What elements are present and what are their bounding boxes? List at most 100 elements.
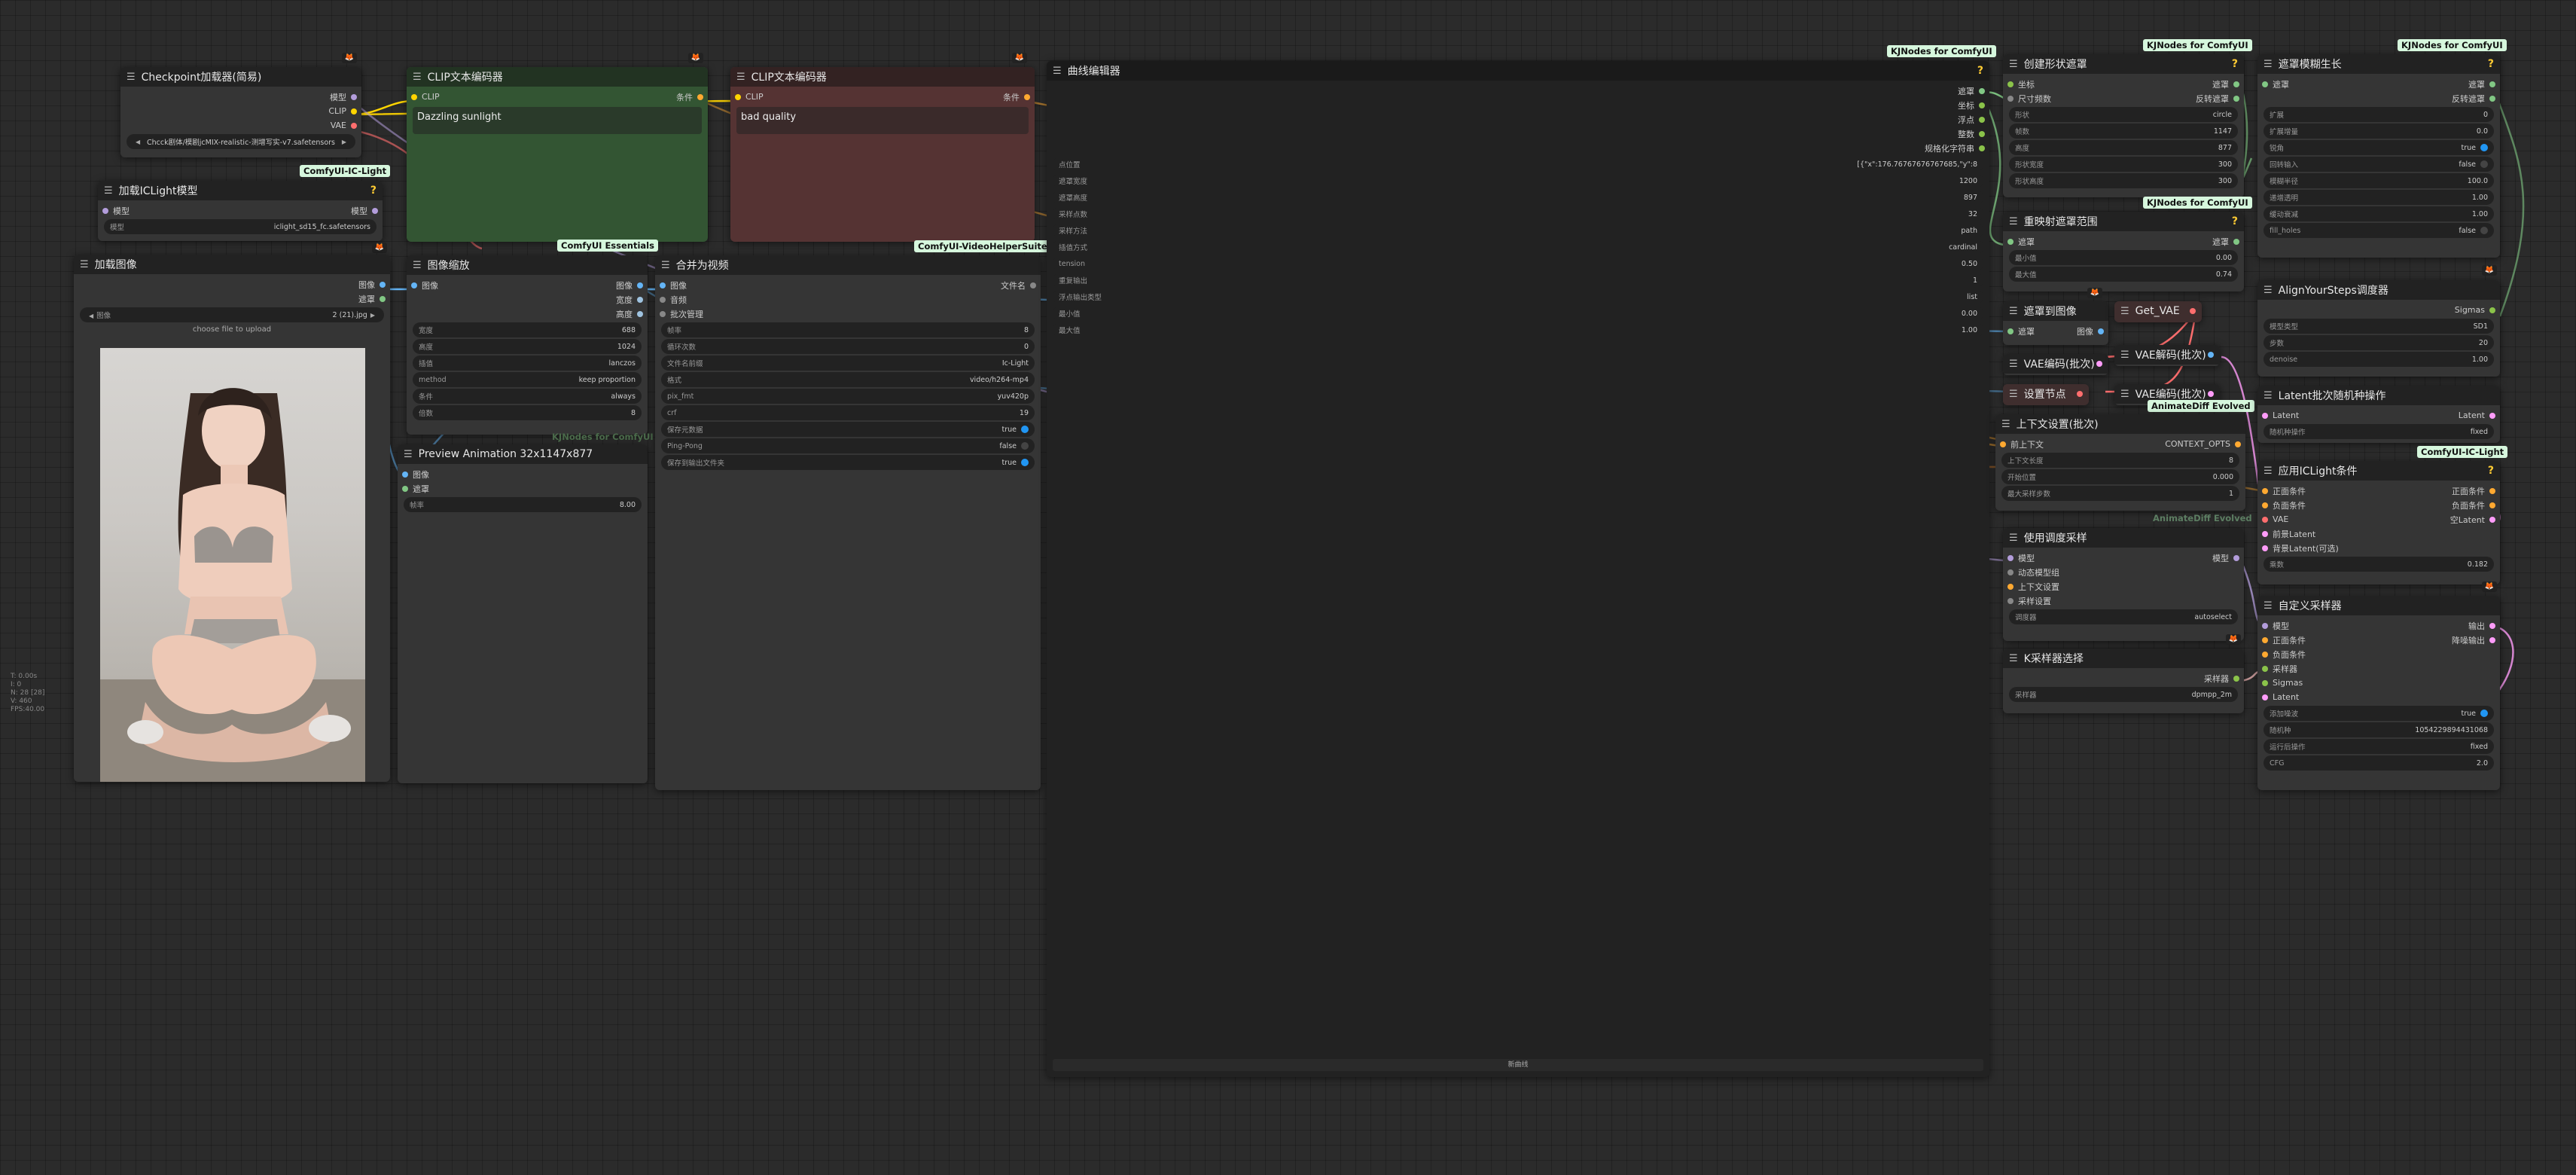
widget-flip-input[interactable]: 回转输入 false [2264, 157, 2494, 172]
widget-filename-prefix[interactable]: 文件名前缀 Ic-Light [661, 356, 1035, 371]
output-slot-conditioning[interactable] [1024, 93, 1030, 100]
node-custom-sampler[interactable]: ☰ 自定义采样器 模型 输出 正面条件 降噪输出 负面条件 采样器 Sigmas La… [2257, 596, 2500, 790]
upload-button[interactable]: choose file to upload [74, 325, 390, 334]
input-slot-bg-latent[interactable] [2262, 545, 2268, 551]
node-get-vae[interactable]: ☰ Get_VAE [2114, 301, 2202, 322]
widget-condition[interactable]: 条件 always [413, 389, 642, 404]
widget-height[interactable]: 高度 877 [2009, 140, 2238, 155]
node-video-combine[interactable]: ☰ 合并为视频 图像 文件名 音频 批次管理 帧率 8 循环次数 0 文件名前缀 Ic-L… [655, 255, 1041, 790]
widget-sampler-name[interactable]: 采样器 dpmpp_2m [2009, 687, 2238, 702]
toggle-on-icon[interactable] [1021, 426, 1029, 433]
output-slot-model[interactable] [351, 93, 357, 100]
input-slot-positive[interactable] [2262, 636, 2268, 643]
output-slot-image[interactable] [380, 281, 386, 288]
widget-tapered-corners[interactable]: 锐角 true [2264, 140, 2494, 155]
input-slot-context-options[interactable] [2007, 583, 2014, 590]
widget-noise-seed[interactable]: 随机种 1054229894431068 [2264, 722, 2494, 737]
input-slot-sigmas[interactable] [2262, 679, 2268, 686]
widget-context-length[interactable]: 上下文长度 8 [2001, 453, 2239, 468]
widget-beta-schedule[interactable]: 调度器 autoselect [2009, 609, 2238, 624]
input-slot-negative[interactable] [2262, 502, 2268, 508]
widget-seed-control[interactable]: 随机种操作 fixed [2264, 424, 2494, 439]
node-spline-editor[interactable]: ☰ 曲线编辑器? 遮罩 坐标 浮点 整数 规格化字符串 点位置 [{"x":176.… [1047, 61, 1989, 1077]
widget-incremental-expand[interactable]: 扩展增量 0.0 [2264, 124, 2494, 139]
help-icon[interactable]: ? [2232, 215, 2238, 227]
output-slot-negative[interactable] [2489, 502, 2495, 508]
input-slot-negative[interactable] [2262, 651, 2268, 658]
output-slot-context-opts[interactable] [2235, 441, 2241, 447]
input-slot-fg-latent[interactable] [2262, 530, 2268, 537]
widget-expand[interactable]: 扩展 0 [2264, 107, 2494, 122]
toggle-on-icon[interactable] [2480, 710, 2488, 717]
widget-model-type[interactable]: 模型类型 SD1 [2264, 319, 2494, 334]
widget-mask-width[interactable]: 遮罩宽度 1200 [1053, 173, 1983, 188]
input-slot-clip[interactable] [411, 93, 417, 100]
widget-mask-height[interactable]: 遮罩高度 897 [1053, 190, 1983, 205]
node-vae-decode-batch[interactable]: ☰ VAE解码(批次) [2114, 345, 2220, 366]
input-slot-coords[interactable] [2007, 81, 2014, 87]
input-slot-motion-models[interactable] [2007, 569, 2014, 575]
menu-icon[interactable]: ☰ [80, 259, 89, 270]
widget-max[interactable]: 最大值 1.00 [1053, 322, 1983, 337]
input-slot-image[interactable] [411, 282, 417, 288]
help-icon[interactable]: ? [2232, 58, 2238, 70]
output-slot-sigmas[interactable] [2489, 307, 2495, 313]
node-ksampler-select[interactable]: ☰ K采样器选择 采样器 采样器 dpmpp_2m [2003, 649, 2244, 713]
menu-icon[interactable]: ☰ [2264, 600, 2273, 612]
node-align-your-steps[interactable]: ☰ AlignYourSteps调度器 Sigmas 模型类型 SD1 步数 20 d… [2257, 280, 2500, 377]
input-slot-frames[interactable] [2007, 95, 2014, 102]
output-slot-latent[interactable] [2208, 391, 2214, 397]
widget-decay-factor[interactable]: 缓动衰减 1.00 [2264, 206, 2494, 221]
widget-height[interactable]: 高度 1024 [413, 339, 642, 354]
menu-icon[interactable]: ☰ [404, 449, 413, 460]
left-arrow-icon[interactable]: ◀ [136, 139, 140, 145]
output-slot-empty-latent[interactable] [2489, 516, 2495, 523]
input-slot-model[interactable] [2262, 622, 2268, 629]
widget-ping-pong[interactable]: Ping-Pong false [661, 438, 1035, 453]
menu-icon[interactable]: ☰ [2009, 306, 2018, 317]
input-slot-model[interactable] [2007, 554, 2014, 561]
menu-icon[interactable]: ☰ [2120, 306, 2129, 317]
widget-sampling-method[interactable]: 采样方法 path [1053, 223, 1983, 238]
output-slot-latent[interactable] [2096, 361, 2102, 367]
output-slot-mask[interactable] [2233, 81, 2239, 87]
node-mask-to-image[interactable]: ☰ 遮罩到图像 遮罩 图像 [2003, 301, 2108, 345]
menu-icon[interactable]: ☰ [413, 260, 422, 271]
output-slot-mask-inverted[interactable] [2489, 95, 2495, 102]
output-slot-float[interactable] [1979, 116, 1985, 123]
widget-save-output[interactable]: 保存到输出文件夹 true [661, 455, 1035, 470]
input-slot-clip[interactable] [735, 93, 741, 100]
node-iclight-loader[interactable]: ☰ 加载ICLight模型? 模型 模型 模型 iclight_sd15_fc.saf… [98, 181, 383, 241]
input-slot-positive[interactable] [2262, 487, 2268, 494]
widget-shape-width[interactable]: 形状宽度 300 [2009, 157, 2238, 172]
input-slot-image[interactable] [402, 471, 408, 478]
menu-icon[interactable]: ☰ [736, 72, 745, 83]
output-slot-int[interactable] [1979, 130, 1985, 137]
input-slot-latent[interactable] [2262, 412, 2268, 419]
node-image-resize[interactable]: ☰ 图像缩放 图像 图像 宽度 高度 宽度 688 高度 1024 插值 lanczos … [407, 255, 648, 435]
menu-icon[interactable]: ☰ [2001, 419, 2010, 430]
output-slot-sampler[interactable] [2233, 675, 2239, 682]
output-slot-latent[interactable] [2489, 412, 2495, 419]
widget-points-count[interactable]: 采样点数 32 [1053, 206, 1983, 221]
widget-format[interactable]: 格式 video/h264-mp4 [661, 372, 1035, 387]
right-arrow-icon[interactable]: ▶ [342, 139, 346, 145]
widget-denoise[interactable]: denoise 1.00 [2264, 352, 2494, 367]
widget-max[interactable]: 最大值 0.74 [2009, 267, 2238, 282]
widget-shape[interactable]: 形状 circle [2009, 107, 2238, 122]
node-clip-text-negative[interactable]: ☰ CLIP文本编码器 CLIP 条件 bad quality [730, 67, 1035, 242]
node-grow-mask-blur[interactable]: ☰ 遮罩模糊生长? 遮罩 遮罩 反转遮罩 扩展 0 扩展增量 0.0 锐角 true 回转… [2257, 54, 2500, 258]
menu-icon[interactable]: ☰ [2264, 59, 2273, 70]
node-latent-batch-seed[interactable]: ☰ Latent批次随机种操作 Latent Latent 随机种操作 fixed [2257, 386, 2500, 443]
widget-points[interactable]: 点位置 [{"x":176.76767676767685,"y":8 [1053, 157, 1983, 172]
menu-icon[interactable]: ☰ [2009, 216, 2018, 227]
input-slot-vae[interactable] [2262, 516, 2268, 523]
menu-icon[interactable]: ☰ [2009, 533, 2018, 544]
widget-frames[interactable]: 帧数 1147 [2009, 124, 2238, 139]
menu-icon[interactable]: ☰ [2009, 59, 2018, 70]
widget-steps[interactable]: 步数 20 [2264, 335, 2494, 350]
input-slot-sample-settings[interactable] [2007, 597, 2014, 604]
input-slot-prev-context[interactable] [2000, 441, 2006, 447]
output-slot-mask[interactable] [1979, 87, 1985, 94]
input-slot-image[interactable] [660, 282, 666, 288]
